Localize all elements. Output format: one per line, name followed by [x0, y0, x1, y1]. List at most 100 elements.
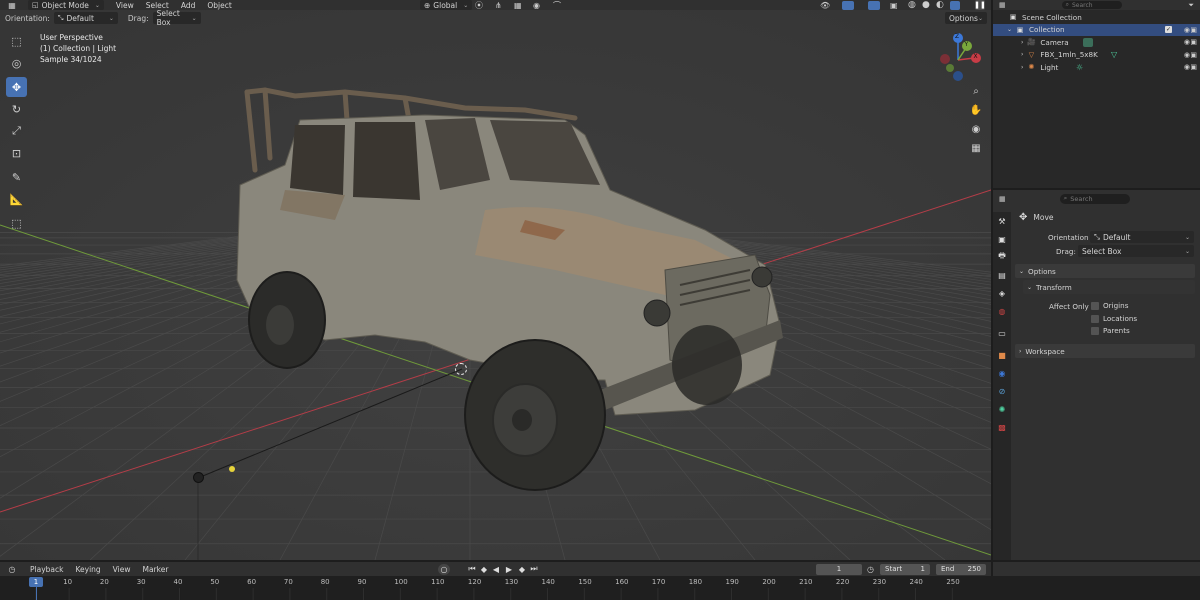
select-box-icon[interactable]: ⬚: [6, 31, 27, 51]
orientation-dropdown[interactable]: ⤡ Default ⌄: [1090, 231, 1194, 243]
mode-dropdown[interactable]: ◱ Object Mode ⌄: [28, 0, 104, 10]
falloff-icon[interactable]: ⌒: [553, 0, 561, 11]
outliner-scene-collection[interactable]: ▣ Scene Collection: [993, 11, 1200, 24]
perspective-grid-icon[interactable]: ▦: [969, 141, 983, 155]
checkbox-icon[interactable]: ✓: [1165, 26, 1172, 34]
render-camera-icon[interactable]: ▣: [1190, 38, 1197, 46]
outliner-item-camera[interactable]: › 🎥 Camera ◉ ▣: [993, 36, 1200, 49]
outliner-item-mesh[interactable]: › ▽ FBX_1mln_5x8K ▽ ◉ ▣: [993, 49, 1200, 62]
cursor-icon[interactable]: ◎: [6, 53, 27, 73]
filter-icon[interactable]: ⏷: [1188, 1, 1194, 10]
jump-start-icon[interactable]: ⏮: [466, 563, 478, 575]
hand-pan-icon[interactable]: ✋: [969, 103, 983, 117]
shading-rendered-icon[interactable]: [950, 0, 960, 10]
object-data-tab-icon[interactable]: ✺: [993, 400, 1011, 418]
navigation-gizmo[interactable]: Z X Y: [936, 30, 986, 90]
transform-orientation-dropdown[interactable]: ⊕ Global ⌄: [420, 0, 473, 10]
jump-keyframe-forward-icon[interactable]: ◆: [516, 563, 528, 575]
texture-tab-icon[interactable]: ▩: [993, 418, 1011, 436]
overlay-toggle-icon[interactable]: [868, 0, 880, 10]
eye-icon[interactable]: ◉: [1184, 26, 1190, 34]
snap-target-icon[interactable]: ▦: [514, 1, 522, 10]
options-panel-header[interactable]: ⌄ Options: [1015, 264, 1195, 278]
render-camera-icon[interactable]: ▣: [1190, 63, 1197, 71]
outliner-item-light[interactable]: › ✺ Light ☼ ◉ ▣: [993, 61, 1200, 74]
pause-render-icon[interactable]: ❚❚: [974, 0, 986, 10]
outliner-editor-icon[interactable]: ▦: [999, 1, 1006, 9]
output-tab-icon[interactable]: 🖶: [993, 248, 1011, 266]
locations-checkbox[interactable]: Locations: [1091, 314, 1137, 323]
proportional-edit-icon[interactable]: ◉: [533, 1, 540, 10]
visibility-icon[interactable]: 👁: [820, 1, 830, 10]
play-icon[interactable]: ▶: [503, 563, 515, 575]
menu-view[interactable]: View: [110, 1, 140, 10]
jump-keyframe-back-icon[interactable]: ◆: [478, 563, 490, 575]
world-tab-icon[interactable]: ◍: [993, 302, 1011, 320]
xray-icon[interactable]: ▣: [890, 1, 898, 10]
add-cube-icon[interactable]: ⬚: [6, 213, 27, 233]
options-dropdown[interactable]: Options ⌄: [945, 12, 987, 24]
eye-icon[interactable]: ◉: [1184, 51, 1190, 59]
properties-editor-icon[interactable]: ▦: [999, 195, 1006, 203]
drag-dropdown[interactable]: Select Box ⌄: [152, 9, 201, 27]
rotate-icon[interactable]: ↻: [6, 99, 27, 119]
menu-keying[interactable]: Keying: [69, 565, 106, 574]
scene-tab-icon[interactable]: ◈: [993, 284, 1011, 302]
end-frame-field[interactable]: End 250: [936, 563, 986, 575]
transform-icon[interactable]: ⊡: [6, 143, 27, 163]
scale-icon[interactable]: ⤢: [6, 121, 27, 141]
editor-type-icon[interactable]: ▦: [0, 1, 24, 10]
collection-tab-icon[interactable]: ▭: [993, 324, 1011, 342]
eye-icon[interactable]: ◉: [1184, 63, 1190, 71]
snap-icon[interactable]: ⋔: [495, 1, 502, 10]
constraints-tab-icon[interactable]: ⊘: [993, 382, 1011, 400]
jump-end-icon[interactable]: ⏭: [528, 563, 540, 575]
camera-data-icon[interactable]: [1083, 37, 1093, 47]
render-tab-icon[interactable]: ▣: [993, 230, 1011, 248]
current-frame-field[interactable]: 1: [816, 563, 862, 575]
gizmo-toggle-icon[interactable]: [842, 0, 854, 10]
drag-dropdown[interactable]: Select Box ⌄: [1078, 245, 1194, 257]
annotate-icon[interactable]: ✎: [6, 167, 27, 187]
jeep-model[interactable]: [225, 80, 795, 500]
camera-view-icon[interactable]: ◉: [969, 122, 983, 136]
mesh-data-icon[interactable]: ▽: [1111, 50, 1117, 59]
properties-search-input[interactable]: ⌕ Search: [1059, 193, 1130, 204]
shading-material-icon[interactable]: ◐: [936, 0, 944, 10]
eye-icon[interactable]: ◉: [1184, 38, 1190, 46]
light-target-dot[interactable]: [229, 466, 235, 472]
outliner-collection[interactable]: ⌄ ▣ Collection ✓ ◉ ▣: [993, 23, 1200, 36]
parents-checkbox[interactable]: Parents: [1091, 326, 1130, 335]
measure-icon[interactable]: 📐: [6, 189, 27, 209]
physics-tab-icon[interactable]: ◉: [993, 364, 1011, 382]
workspace-panel-header[interactable]: › Workspace: [1015, 344, 1195, 358]
start-frame-field[interactable]: Start 1: [880, 563, 930, 575]
shading-solid-icon[interactable]: ●: [922, 0, 930, 10]
pivot-icon[interactable]: ⦿: [475, 0, 483, 11]
3d-viewport[interactable]: ▦ ◱ Object Mode ⌄ View Select Add Object…: [0, 0, 991, 560]
transform-panel-header[interactable]: ⌄ Transform: [1023, 280, 1195, 294]
outliner-search-input[interactable]: ⌕ Search: [1061, 1, 1122, 9]
clock-icon[interactable]: ◷: [867, 565, 874, 574]
tool-tab-icon[interactable]: ⚒: [993, 212, 1011, 230]
menu-view[interactable]: View: [107, 565, 137, 574]
auto-keying-icon[interactable]: ○: [438, 563, 450, 575]
menu-object[interactable]: Object: [201, 1, 237, 10]
timeline-editor-icon[interactable]: ◷: [0, 565, 24, 574]
playhead[interactable]: 1: [29, 577, 43, 587]
menu-playback[interactable]: Playback: [24, 565, 69, 574]
light-data-icon[interactable]: ☼: [1076, 63, 1083, 72]
zoom-icon[interactable]: ⌕: [969, 84, 983, 98]
orientation-dropdown[interactable]: ⤡ Default ⌄: [53, 12, 118, 24]
render-camera-icon[interactable]: ▣: [1190, 26, 1197, 34]
move-icon[interactable]: ✥: [6, 77, 27, 97]
play-reverse-icon[interactable]: ◀: [490, 563, 502, 575]
shading-wireframe-icon[interactable]: ◍: [908, 0, 916, 10]
3d-cursor-icon[interactable]: [455, 363, 467, 375]
light-origin-icon[interactable]: [193, 472, 204, 483]
object-tab-icon[interactable]: ■: [993, 346, 1011, 364]
menu-marker[interactable]: Marker: [136, 565, 174, 574]
origins-checkbox[interactable]: Origins: [1091, 301, 1128, 310]
render-camera-icon[interactable]: ▣: [1190, 51, 1197, 59]
view-layer-tab-icon[interactable]: ▤: [993, 266, 1011, 284]
